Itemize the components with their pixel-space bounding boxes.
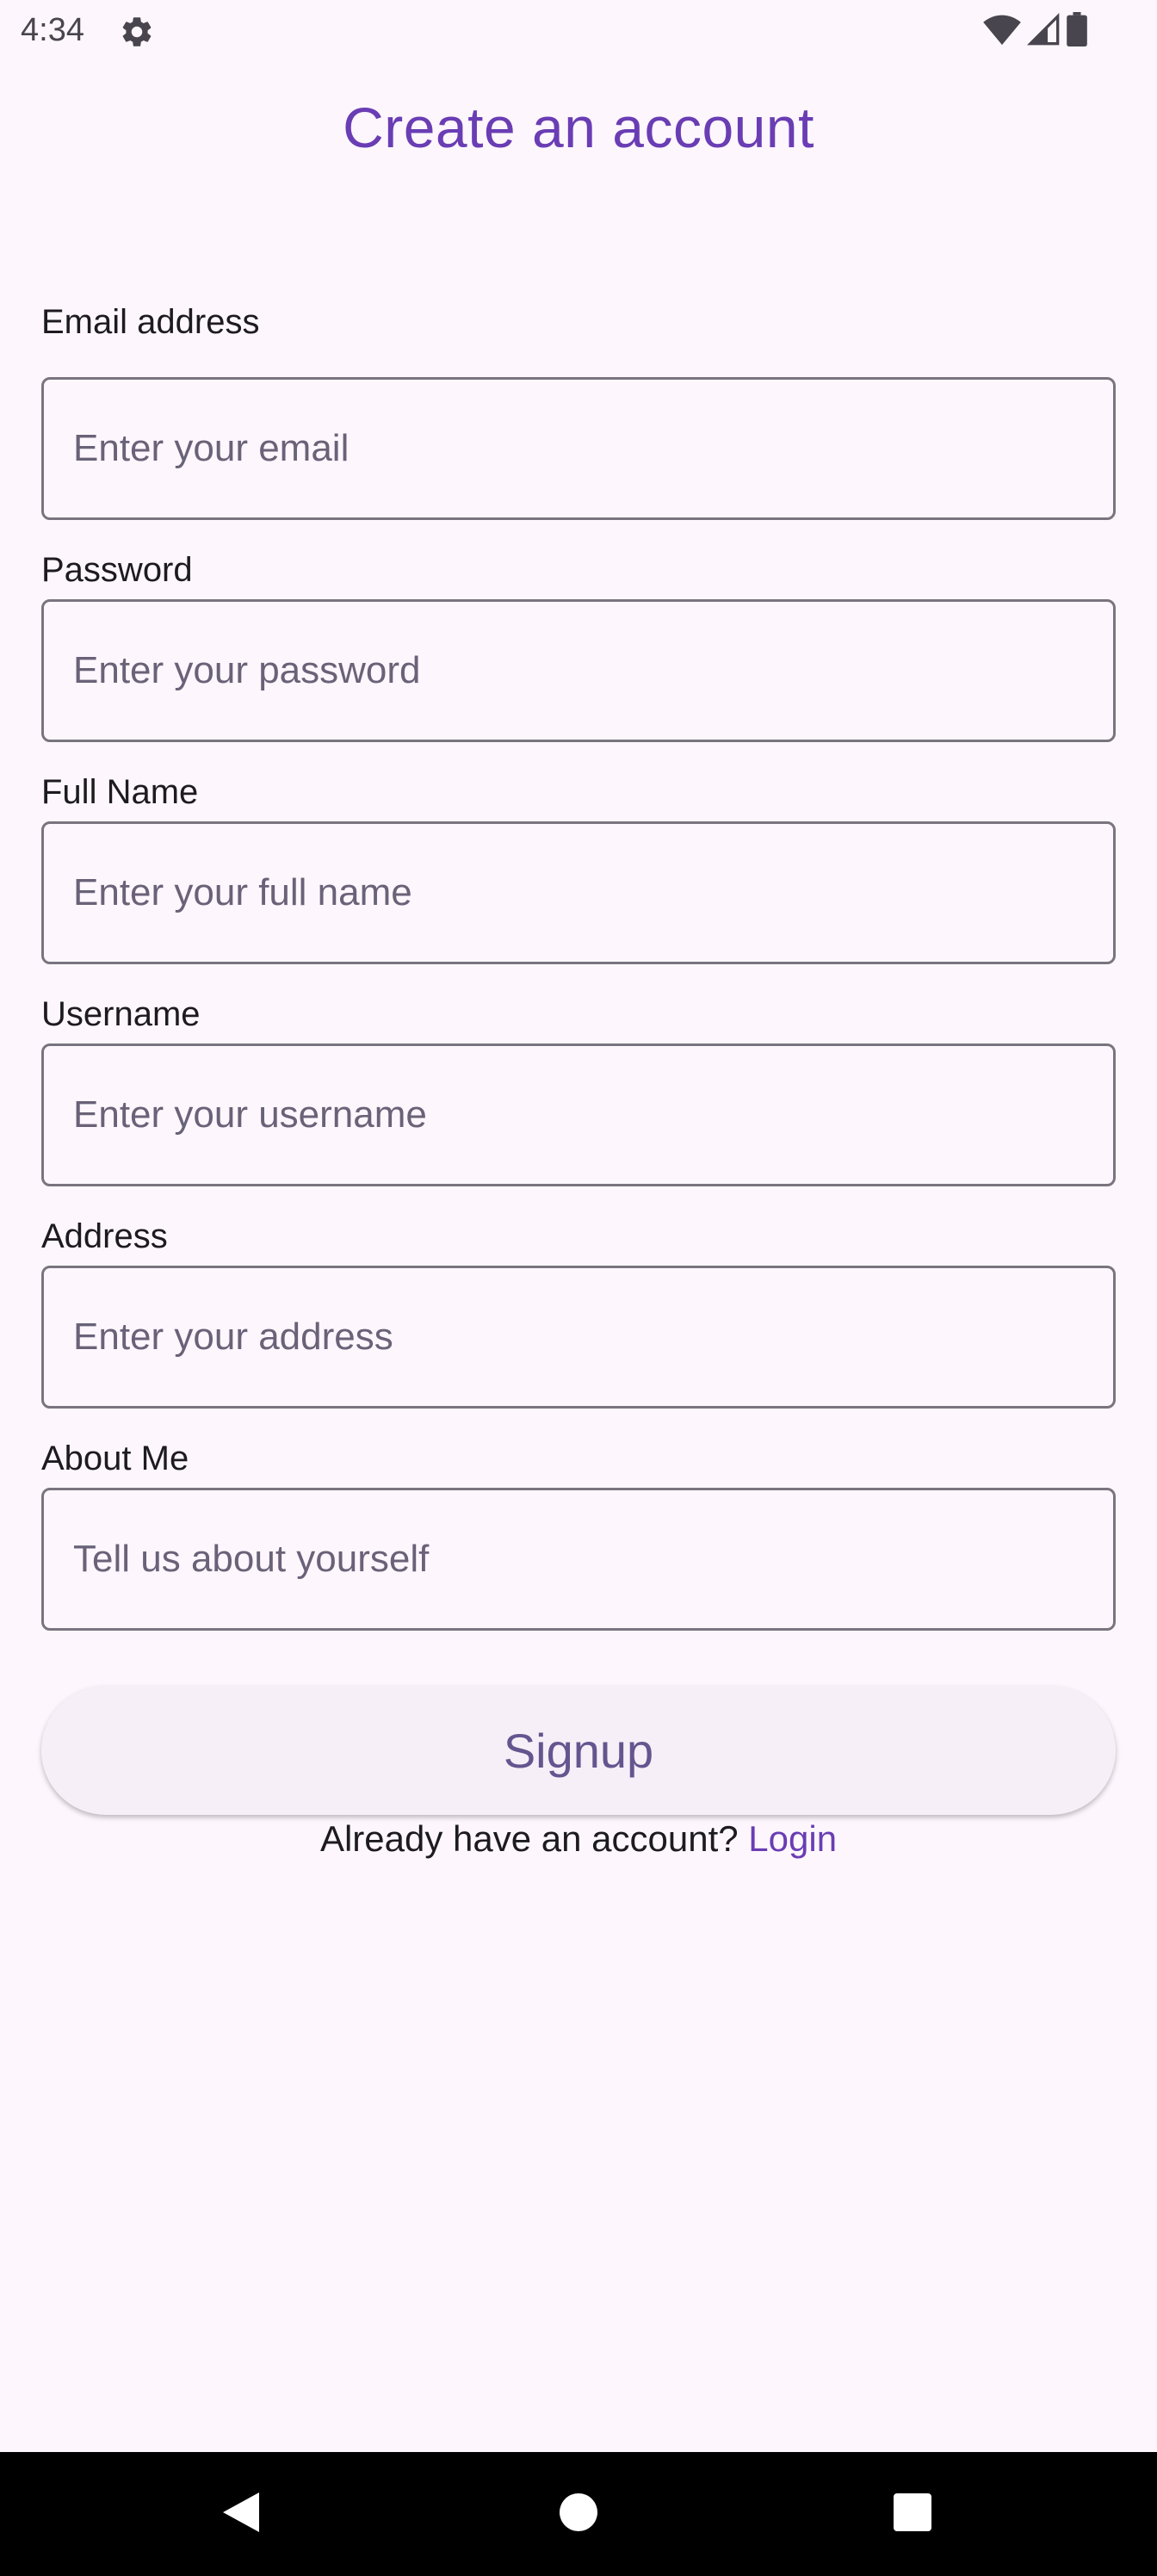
home-icon: [559, 2492, 598, 2536]
wifi-icon: [983, 12, 1021, 46]
recents-icon: [893, 2492, 932, 2536]
about-me-field-box[interactable]: [41, 1488, 1116, 1631]
username-label: Username: [41, 995, 201, 1033]
full-name-field-box[interactable]: [41, 821, 1116, 964]
status-time: 4:34: [21, 12, 84, 48]
battery-icon: [1066, 12, 1088, 46]
signup-screen: 4:34 Create an account Email address Ent…: [0, 0, 1157, 2576]
settings-icon: [119, 14, 155, 50]
full-name-field[interactable]: [44, 824, 1113, 962]
recents-button[interactable]: [861, 2452, 964, 2576]
email-field[interactable]: [44, 380, 1113, 517]
password-field[interactable]: [44, 602, 1113, 740]
about-me-field[interactable]: [44, 1490, 1113, 1628]
status-bar: 4:34: [0, 0, 1157, 62]
address-label: Address: [41, 1217, 168, 1255]
signup-button[interactable]: Signup: [41, 1686, 1116, 1815]
password-field-box[interactable]: [41, 599, 1116, 742]
username-field-box[interactable]: [41, 1043, 1116, 1186]
login-row: Already have an account? Login: [0, 1818, 1157, 1860]
back-icon: [221, 2491, 261, 2538]
login-link[interactable]: Login: [748, 1818, 837, 1859]
password-label: Password: [41, 551, 193, 589]
full-name-label: Full Name: [41, 773, 199, 811]
email-label: Email address: [41, 303, 260, 341]
signal-icon: [1026, 12, 1061, 46]
email-field-box[interactable]: [41, 377, 1116, 520]
page-title: Create an account: [343, 96, 814, 159]
address-field-box[interactable]: [41, 1266, 1116, 1409]
back-button[interactable]: [189, 2452, 293, 2576]
address-field[interactable]: [44, 1268, 1113, 1406]
username-field[interactable]: [44, 1046, 1113, 1184]
navigation-bar: [0, 2452, 1157, 2576]
status-icons: [983, 12, 1088, 46]
login-prompt: Already have an account?: [319, 1818, 739, 1859]
about-me-label: About Me: [41, 1440, 189, 1477]
home-button[interactable]: [527, 2452, 630, 2576]
